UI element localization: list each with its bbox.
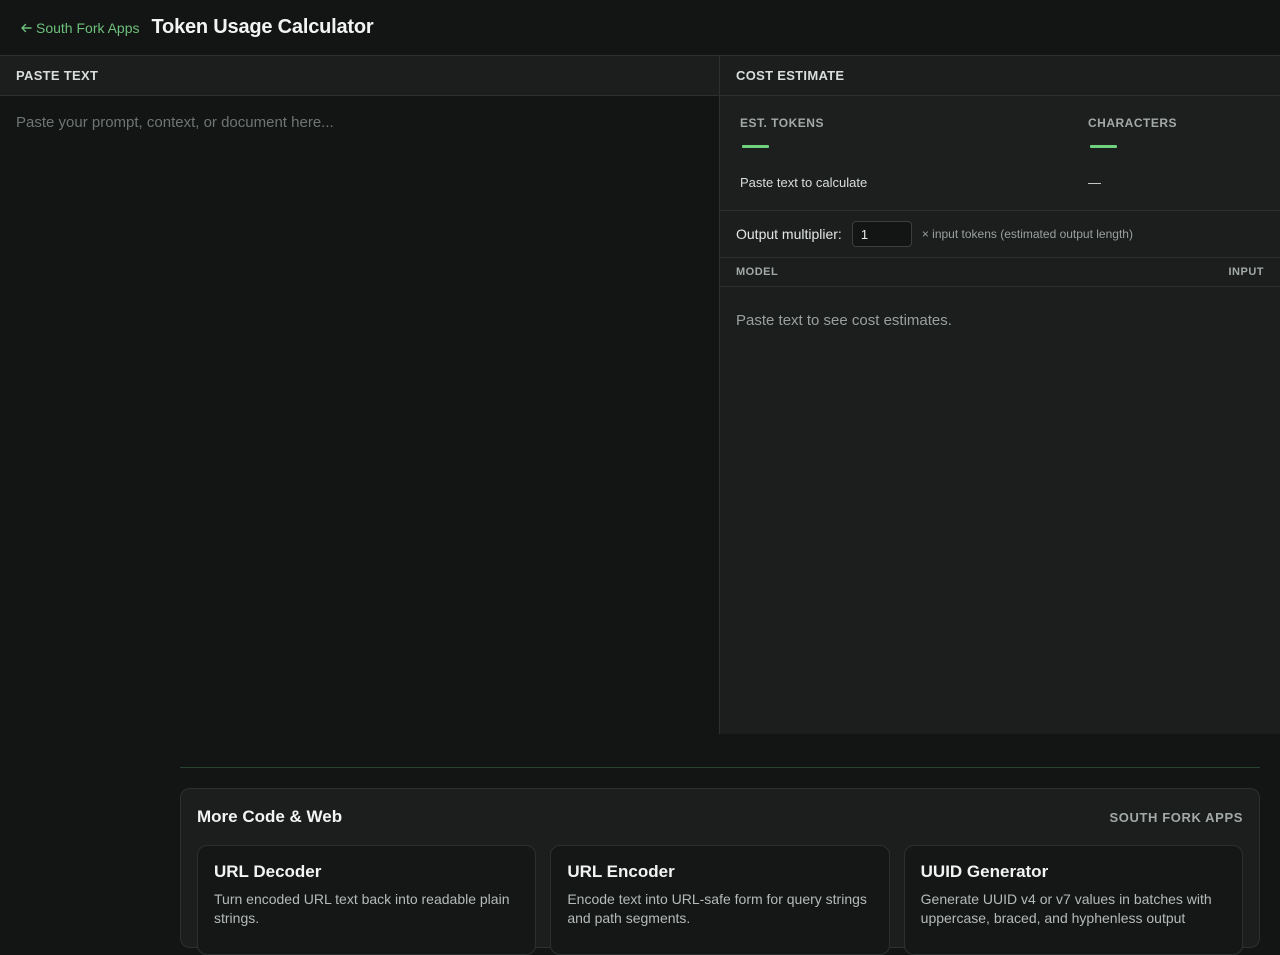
related-tools-brand: SOUTH FORK APPS (1109, 809, 1243, 825)
character-stat-hint: — (1088, 175, 1101, 190)
related-tools-section: More Code & Web SOUTH FORK APPS URL Deco… (180, 788, 1260, 955)
tool-card-title: URL Decoder (214, 862, 322, 881)
column-header-model: MODEL (736, 266, 779, 278)
input-panel: PASTE TEXT (0, 56, 720, 734)
related-tools-cards: URL Decoder Turn encoded URL text back i… (197, 845, 1243, 955)
input-panel-header: PASTE TEXT (0, 56, 719, 96)
character-stat-label: CHARACTERS (1088, 116, 1177, 130)
tool-card-title: URL Encoder (567, 862, 675, 881)
back-link-label: South Fork Apps (36, 19, 140, 36)
tool-card-url-encoder[interactable]: URL Encoder Encode text into URL-safe fo… (550, 845, 890, 955)
tool-card-uuid-generator[interactable]: UUID Generator Generate UUID v4 or v7 va… (903, 845, 1243, 955)
stats-summary: EST. TOKENS Paste text to calculate CHAR… (720, 96, 1280, 211)
page-title: Token Usage Calculator (151, 16, 374, 38)
tool-card-description: Encode text into URL-safe form for query… (567, 891, 867, 926)
token-stat-hint: Paste text to calculate (740, 175, 868, 190)
character-stat: CHARACTERS — (1088, 96, 1260, 210)
token-stat: EST. TOKENS Paste text to calculate (740, 96, 1088, 210)
top-bar: South Fork Apps Token Usage Calculator (0, 0, 1280, 56)
section-divider (180, 767, 1260, 768)
arrow-left-icon (21, 23, 32, 32)
tool-card-title: UUID Generator (920, 862, 1049, 881)
related-tools-title: More Code & Web (197, 807, 343, 826)
output-multiplier-label: Output multiplier: (736, 226, 842, 242)
tool-card-description: Generate UUID v4 or v7 values in batches… (920, 891, 1212, 926)
tool-card-description: Turn encoded URL text back into readable… (214, 891, 510, 926)
back-to-south-fork-apps-link[interactable]: South Fork Apps (20, 20, 140, 36)
related-tools-header: More Code & Web SOUTH FORK APPS (197, 789, 1243, 845)
workspace: PASTE TEXT COST ESTIMATE EST. TOKENS Pas… (0, 56, 1280, 734)
cost-table-header: MODEL INPUT (720, 258, 1280, 287)
cost-table-body: Paste text to see cost estimates. (720, 287, 1280, 734)
token-value-placeholder (742, 145, 769, 148)
cost-table-empty-message: Paste text to see cost estimates. (736, 312, 952, 329)
output-multiplier-row: Output multiplier: × input tokens (estim… (720, 211, 1280, 258)
output-multiplier-hint: × input tokens (estimated output length) (921, 227, 1133, 241)
text-input[interactable] (0, 96, 719, 734)
tool-card-url-decoder[interactable]: URL Decoder Turn encoded URL text back i… (197, 845, 537, 955)
estimate-panel-header: COST ESTIMATE (720, 56, 1280, 96)
character-value-placeholder (1090, 145, 1117, 148)
column-header-input: INPUT (1228, 266, 1264, 278)
output-multiplier-input[interactable] (851, 221, 912, 247)
estimate-panel: COST ESTIMATE EST. TOKENS Paste text to … (720, 56, 1280, 734)
token-stat-label: EST. TOKENS (740, 116, 824, 130)
